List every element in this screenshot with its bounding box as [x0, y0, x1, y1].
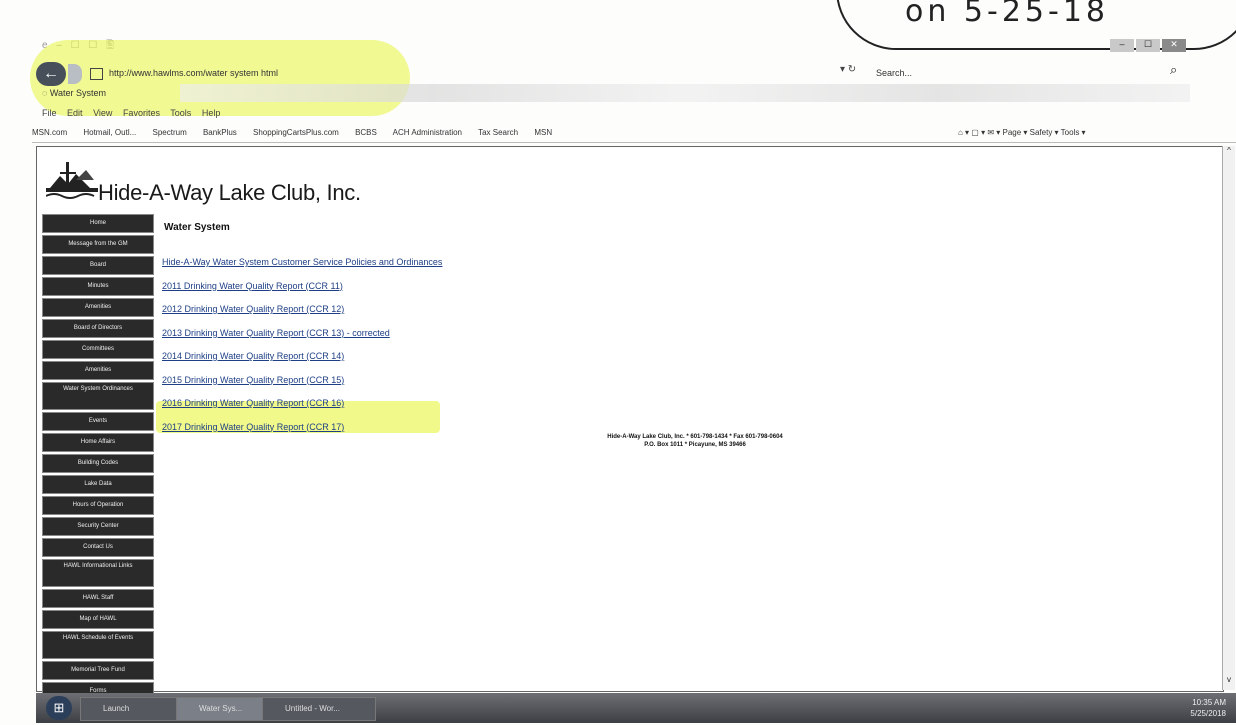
menu-view[interactable]: View: [93, 108, 112, 118]
refresh-icon[interactable]: ▾ ↻: [840, 64, 856, 75]
nav-item[interactable]: Amenities: [42, 361, 154, 380]
document-link[interactable]: 2013 Drinking Water Quality Report (CCR …: [162, 327, 442, 351]
nav-item[interactable]: Lake Data: [42, 475, 154, 494]
nav-item[interactable]: Minutes: [42, 277, 154, 296]
favorite-shoppingcartsplus[interactable]: ShoppingCartsPlus.com: [253, 128, 339, 137]
nav-item[interactable]: Message from the GM: [42, 235, 154, 254]
command-bar: ⌂ ▾ ▢ ▾ ✉ ▾ Page ▾ Safety ▾ Tools ▾: [958, 124, 1086, 142]
menu-favorites[interactable]: Favorites: [123, 108, 160, 118]
favorite-msn[interactable]: MSN: [534, 128, 552, 137]
nav-item[interactable]: Map of HAWL: [42, 610, 154, 629]
forward-button[interactable]: [68, 64, 82, 84]
nav-item[interactable]: HAWL Staff: [42, 589, 154, 608]
nav-item[interactable]: HAWL Schedule of Events: [42, 631, 154, 659]
nav-item[interactable]: Memorial Tree Fund: [42, 661, 154, 680]
search-icon[interactable]: ⌕: [1170, 62, 1177, 78]
start-button[interactable]: ⊞: [46, 696, 72, 720]
favorite-tax-search[interactable]: Tax Search: [478, 128, 518, 137]
vertical-scrollbar[interactable]: ^ v: [1222, 146, 1235, 690]
scroll-up-arrow[interactable]: ^: [1223, 146, 1235, 155]
document-link[interactable]: 2012 Drinking Water Quality Report (CCR …: [162, 303, 442, 327]
scroll-down-arrow[interactable]: v: [1223, 675, 1235, 684]
favorite-bankplus[interactable]: BankPlus: [203, 128, 237, 137]
taskbar-item-word[interactable]: Untitled - Wor...: [262, 697, 376, 721]
nav-item[interactable]: Board: [42, 256, 154, 275]
footer-contact: Hide-A-Way Lake Club, Inc. * 601-798-143…: [540, 433, 850, 449]
minimize-button[interactable]: –: [1110, 39, 1134, 52]
favorite-hotmail[interactable]: Hotmail, Outl...: [83, 128, 136, 137]
footer-line-2: P.O. Box 1011 * Picayune, MS 39466: [644, 442, 746, 448]
nav-item[interactable]: Board of Directors: [42, 319, 154, 338]
side-navigation: Home Message from the GM Board Minutes Ameni…: [42, 214, 154, 724]
nav-item[interactable]: HAWL Informational Links: [42, 559, 154, 587]
site-title: Hide-A-Way Lake Club, Inc.: [98, 180, 361, 205]
window-controls: – ☐ ✕: [1108, 34, 1186, 52]
maximize-button[interactable]: ☐: [1136, 39, 1160, 52]
taskbar-item-launch[interactable]: Launch: [80, 697, 188, 721]
tray-date: 5/25/2018: [1190, 709, 1226, 718]
document-link[interactable]: 2017 Drinking Water Quality Report (CCR …: [162, 421, 442, 445]
nav-item[interactable]: Hours of Operation: [42, 496, 154, 515]
handwritten-note: on 5-25-18: [905, 0, 1109, 29]
document-link[interactable]: 2015 Drinking Water Quality Report (CCR …: [162, 374, 442, 398]
favorite-ach-admin[interactable]: ACH Administration: [393, 128, 462, 137]
club-logo-icon: [46, 162, 98, 199]
menu-bar: File Edit View Favorites Tools Help: [42, 108, 228, 118]
footer-line-1: Hide-A-Way Lake Club, Inc. * 601-798-143…: [607, 434, 783, 440]
back-button[interactable]: ←: [36, 62, 66, 86]
page-icon: [90, 67, 103, 80]
taskbar-item-browser[interactable]: Water Sys...: [176, 697, 268, 721]
menu-file[interactable]: File: [42, 108, 57, 118]
close-button[interactable]: ✕: [1162, 39, 1186, 52]
tab-icon: ◌: [42, 88, 48, 98]
document-link[interactable]: Hide-A-Way Water System Customer Service…: [162, 256, 442, 280]
document-link[interactable]: 2014 Drinking Water Quality Report (CCR …: [162, 350, 442, 374]
nav-item[interactable]: Home: [42, 214, 154, 233]
nav-item[interactable]: Building Codes: [42, 454, 154, 473]
system-tray-clock[interactable]: 10:35 AM 5/25/2018: [1096, 697, 1226, 719]
menu-edit[interactable]: Edit: [67, 108, 83, 118]
favorite-bcbs[interactable]: BCBS: [355, 128, 377, 137]
tab-water-system[interactable]: ◌ Water System: [42, 88, 106, 98]
command-bar-menus[interactable]: Page ▾ Safety ▾ Tools ▾: [1003, 128, 1086, 137]
nav-item[interactable]: Events: [42, 412, 154, 431]
tab-label: Water System: [49, 88, 107, 98]
nav-item[interactable]: Security Center: [42, 517, 154, 536]
nav-item[interactable]: Water System Ordinances: [42, 382, 154, 410]
favorite-msn-com[interactable]: MSN.com: [32, 128, 67, 137]
nav-item[interactable]: Contact Us: [42, 538, 154, 557]
favorite-spectrum[interactable]: Spectrum: [153, 128, 187, 137]
document-link[interactable]: 2011 Drinking Water Quality Report (CCR …: [162, 280, 442, 304]
nav-item[interactable]: Committees: [42, 340, 154, 359]
document-link-list: Hide-A-Way Water System Customer Service…: [162, 256, 442, 444]
tab-strip: [180, 84, 1190, 102]
document-link[interactable]: 2016 Drinking Water Quality Report (CCR …: [162, 397, 442, 421]
nav-item[interactable]: Home Affairs: [42, 433, 154, 452]
nav-item[interactable]: Amenities: [42, 298, 154, 317]
home-feed-print-icons[interactable]: ⌂ ▾ ▢ ▾ ✉ ▾: [958, 128, 1000, 137]
address-url: http://www.hawlms.com/water system html: [109, 68, 279, 78]
menu-help[interactable]: Help: [202, 108, 221, 118]
menu-tools[interactable]: Tools: [170, 108, 191, 118]
page-heading: Water System: [164, 222, 230, 233]
tray-time: 10:35 AM: [1192, 698, 1226, 707]
search-input[interactable]: Search...: [876, 64, 1186, 82]
address-bar[interactable]: http://www.hawlms.com/water system html: [90, 64, 850, 82]
